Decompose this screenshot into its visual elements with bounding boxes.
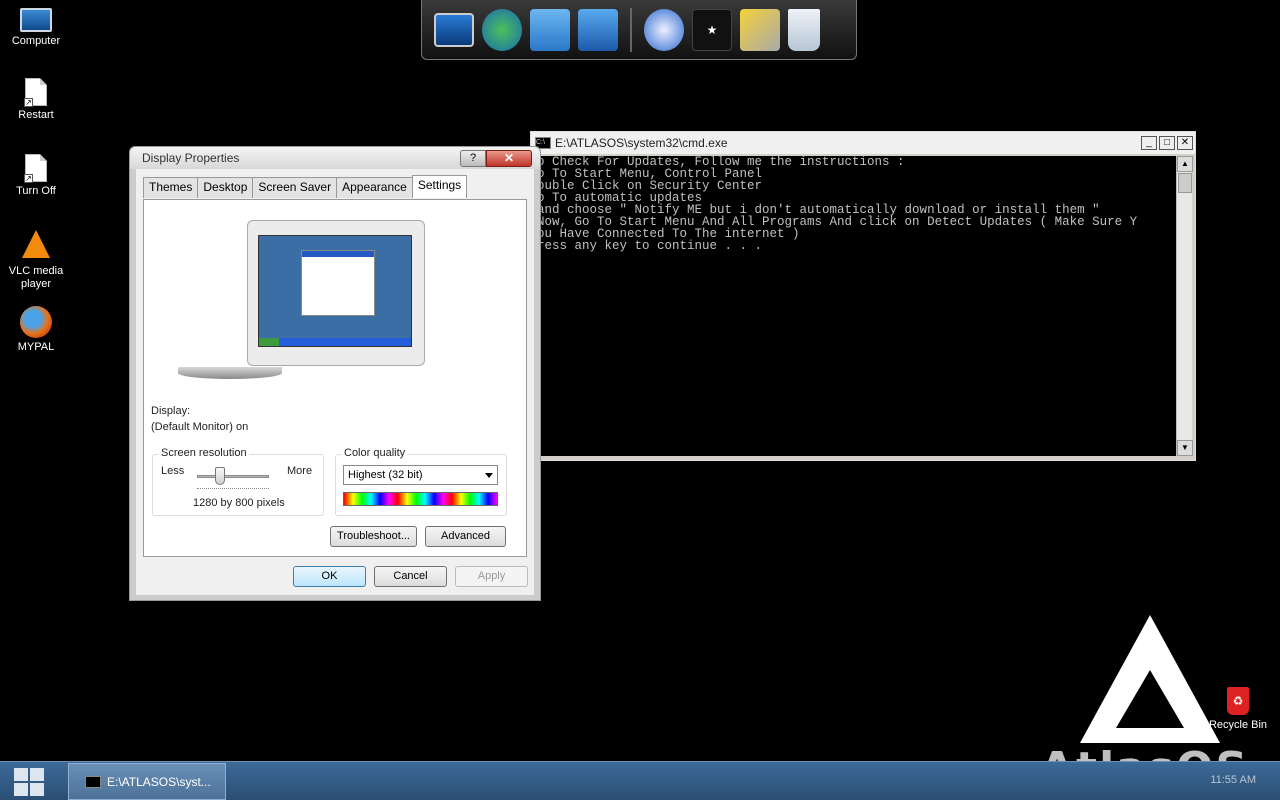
help-button[interactable]: ? xyxy=(460,149,486,167)
tshirt-icon[interactable]: ★ xyxy=(692,8,732,51)
windows-logo-icon xyxy=(30,768,44,781)
desktop-icon-mypal[interactable]: MYPAL xyxy=(0,306,72,354)
resolution-more-label: More xyxy=(287,465,313,477)
tools-icon[interactable] xyxy=(740,8,780,51)
monitor-icon[interactable] xyxy=(434,12,474,47)
computer-icon xyxy=(20,8,52,32)
dock-separator xyxy=(630,7,632,52)
desktop-icon-computer[interactable]: Computer xyxy=(0,4,72,48)
screen-resolution-group: Screen resolution Less More 1280 by 800 … xyxy=(152,447,324,516)
monitor-stand xyxy=(178,367,282,379)
desktop-icon-label: Recycle Bin xyxy=(1208,719,1268,731)
screen-preview xyxy=(258,235,412,347)
system-tray: 11:55 AM xyxy=(1210,774,1256,786)
tab-settings[interactable]: Settings xyxy=(411,175,468,198)
recycle-bin-icon[interactable] xyxy=(788,8,820,51)
dialog-title: Display Properties xyxy=(142,151,240,165)
control-panel-icon[interactable] xyxy=(578,8,618,51)
chevron-down-icon xyxy=(485,473,493,478)
cmd-titlebar[interactable]: C:\ E:\ATLASOS\system32\cmd.exe _ □ ✕ xyxy=(531,132,1195,154)
scroll-down-arrow-icon[interactable]: ▼ xyxy=(1177,440,1193,456)
logo-triangle-inner xyxy=(1116,670,1184,728)
globe-network-icon[interactable] xyxy=(482,8,522,51)
resolution-slider-track[interactable] xyxy=(197,475,269,478)
cancel-button[interactable]: Cancel xyxy=(374,566,447,587)
windows-logo-icon xyxy=(14,783,28,796)
display-properties-dialog[interactable]: Display Properties ? ✕ Themes Desktop Sc… xyxy=(129,146,541,601)
minimize-button[interactable]: _ xyxy=(1141,136,1157,150)
color-spectrum-bar xyxy=(343,492,498,506)
documents-icon[interactable] xyxy=(530,8,570,51)
settings-panel: Display: (Default Monitor) on Screen res… xyxy=(143,199,527,557)
desktop-icon-label: MYPAL xyxy=(17,341,55,353)
troubleshoot-button[interactable]: Troubleshoot... xyxy=(330,526,417,547)
tray-clock[interactable]: 11:55 AM xyxy=(1210,774,1256,786)
taskbar: E:\ATLASOS\syst... 11:55 AM xyxy=(0,761,1280,800)
console-line: ress any key to continue . . . xyxy=(537,239,763,253)
taskbar-item-cmd[interactable]: E:\ATLASOS\syst... xyxy=(68,763,226,800)
close-button[interactable]: ✕ xyxy=(1177,136,1193,150)
document-shortcut-icon: ↗ xyxy=(24,78,47,107)
vlc-cone-icon xyxy=(22,230,50,258)
screen-resolution-title: Screen resolution xyxy=(159,447,249,459)
apply-button[interactable]: Apply xyxy=(455,566,528,587)
close-button[interactable]: ✕ xyxy=(486,149,532,167)
desktop-icon-label: Restart xyxy=(18,109,54,121)
display-label: Display: xyxy=(151,405,191,417)
desktop-icon-restart[interactable]: ↗ Restart xyxy=(0,78,72,122)
document-shortcut-icon: ↗ xyxy=(24,154,47,183)
taskbar-item-label: E:\ATLASOS\syst... xyxy=(107,774,211,789)
windows-logo-icon xyxy=(14,768,28,781)
desktop-icon-label: Computer xyxy=(11,35,61,47)
tab-desktop[interactable]: Desktop xyxy=(197,177,254,198)
color-quality-select[interactable]: Highest (32 bit) xyxy=(343,465,498,485)
monitor-preview xyxy=(247,220,425,366)
console-scrollbar[interactable]: ▲ ▼ xyxy=(1176,156,1193,456)
desktop-icon-label: Turn Off xyxy=(16,185,56,197)
console-output[interactable]: o Check For Updates, Follow me the instr… xyxy=(535,156,1177,456)
cmd-icon xyxy=(85,775,101,788)
top-dock: ★ xyxy=(421,0,857,60)
desktop-icon-vlc[interactable]: VLC media player xyxy=(0,230,72,291)
slider-ticks xyxy=(197,488,269,491)
resolution-slider-thumb[interactable] xyxy=(215,467,225,485)
internet-globe-icon[interactable] xyxy=(644,8,684,51)
cmd-title: E:\ATLASOS\system32\cmd.exe xyxy=(555,136,728,150)
cmd-window[interactable]: C:\ E:\ATLASOS\system32\cmd.exe _ □ ✕ o … xyxy=(530,131,1196,461)
preview-window xyxy=(301,250,375,316)
tab-themes[interactable]: Themes xyxy=(143,177,199,198)
browser-icon xyxy=(20,306,52,338)
resolution-value: 1280 by 800 pixels xyxy=(193,497,285,509)
maximize-button[interactable]: □ xyxy=(1159,136,1175,150)
color-quality-group: Color quality Highest (32 bit) xyxy=(335,447,507,516)
display-value: (Default Monitor) on xyxy=(151,421,249,433)
color-quality-title: Color quality xyxy=(342,447,408,459)
dialog-body: Themes Desktop Screen Saver Appearance S… xyxy=(136,169,534,595)
start-button[interactable] xyxy=(12,766,46,798)
preview-taskbar xyxy=(259,338,411,346)
recycle-bin-icon: ♻ xyxy=(1227,687,1249,715)
desktop-icon-recycle-bin[interactable]: ♻ Recycle Bin xyxy=(1206,687,1270,731)
desktop-icon-turn-off[interactable]: ↗ Turn Off xyxy=(0,154,72,198)
preview-start-button xyxy=(259,338,279,346)
tab-screen-saver[interactable]: Screen Saver xyxy=(252,177,338,198)
scroll-thumb[interactable] xyxy=(1178,173,1192,193)
tab-appearance[interactable]: Appearance xyxy=(336,177,413,198)
ok-button[interactable]: OK xyxy=(293,566,366,587)
desktop-icon-label: VLC media player xyxy=(8,265,64,290)
tab-strip: Themes Desktop Screen Saver Appearance S… xyxy=(143,175,468,198)
advanced-button[interactable]: Advanced xyxy=(425,526,506,547)
color-quality-value: Highest (32 bit) xyxy=(348,469,423,481)
windows-logo-icon xyxy=(30,783,44,796)
dialog-titlebar[interactable]: Display Properties ? ✕ xyxy=(130,147,540,169)
scroll-up-arrow-icon[interactable]: ▲ xyxy=(1177,156,1193,172)
resolution-less-label: Less xyxy=(161,465,185,477)
